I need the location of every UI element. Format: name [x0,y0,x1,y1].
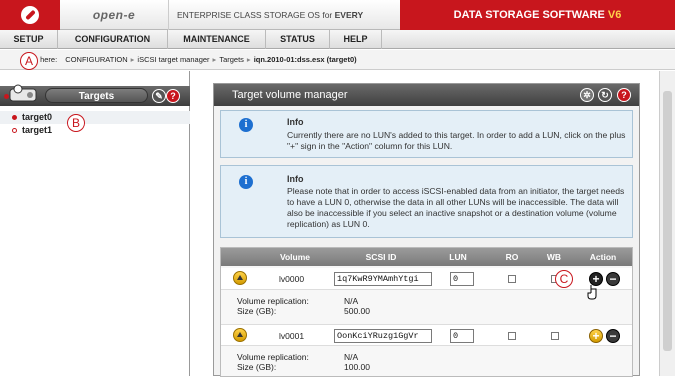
product-version: V6 [607,9,622,21]
menu-help[interactable]: HELP [330,30,382,49]
brand-logo: open-e [92,8,136,22]
info-title: Info [287,117,304,127]
menu-maintenance[interactable]: MAINTENANCE [168,30,266,49]
info-text: Please note that in order to access iSCS… [287,186,625,229]
move-up-icon[interactable] [233,328,247,342]
replication-info: Volume replication: N/A [237,296,358,306]
ro-checkbox[interactable] [508,275,516,283]
hand-cursor-icon [587,285,597,300]
scrollbar-thumb[interactable] [663,91,672,351]
settings-icon[interactable]: ✲ [580,88,594,102]
column-scsi-id: SCSI ID [365,252,397,262]
replication-value: N/A [344,352,359,362]
wrench-logo-icon [0,0,60,30]
info-box-1: i Info Currently there are no LUN's adde… [220,110,633,158]
volume-name: lv0001 [279,331,305,341]
lun-table-header: Volume SCSI ID LUN RO WB Action [221,248,632,266]
menu-setup[interactable]: SETUP [0,30,58,49]
storage-drive-icon [9,84,37,102]
scsi-id-input[interactable]: 1q7KwR9YMAmhYtgi [334,272,432,286]
wb-checkbox[interactable] [551,332,559,340]
size-value: 100.00 [344,362,370,372]
size-info: Size (GB): 100.00 [237,362,370,372]
replication-label: Volume replication: [237,296,309,306]
callout-a: A [20,52,38,70]
main-menu: SETUP CONFIGURATION MAINTENANCE STATUS H… [0,30,675,49]
help-icon[interactable]: ? [166,89,180,103]
tools-icon[interactable]: ✎ [152,89,166,103]
callout-b: B [67,114,85,132]
tree-item-label: target0 [22,112,53,122]
breadcrumb-separator-icon: ▸ [130,55,135,64]
targets-panel: Targets ✎ ? target0 target1 [0,71,190,376]
scsi-id-input[interactable]: OonKciYRuzg1GgVr [334,329,432,343]
info-icon: i [239,175,253,189]
remove-lun-button[interactable]: − [606,329,620,343]
ro-checkbox[interactable] [508,332,516,340]
size-info: Size (GB): 500.00 [237,306,370,316]
tree-item-target1[interactable]: target1 [0,124,190,137]
size-label: Size (GB): [237,306,277,316]
breadcrumb-item-targets[interactable]: Targets [219,55,244,64]
info-icon: i [239,118,253,132]
breadcrumb-item-iscsi-target-manager[interactable]: iSCSI target manager [137,55,209,64]
refresh-icon[interactable]: ↻ [598,88,612,102]
tree-item-label: target1 [22,125,53,135]
product-banner: DATA STORAGE SOFTWARE V6 [400,0,675,30]
menu-configuration[interactable]: CONFIGURATION [58,30,168,49]
info-title: Info [287,174,304,184]
breadcrumb-item-configuration[interactable]: CONFIGURATION [65,55,127,64]
main-panel-title: Target volume manager [232,89,348,101]
remove-lun-button[interactable]: − [606,272,620,286]
replication-label: Volume replication: [237,352,309,362]
app-header: open-e ENTERPRISE CLASS STORAGE OS for E… [0,0,675,50]
breadcrumb-current: iqn.2010-01:dss.esx (target0) [253,55,357,64]
tree-node-icon [12,128,17,133]
help-icon[interactable]: ? [617,88,631,102]
target-volume-manager-panel: Target volume manager ✲ ↻ ? i Info Curre… [213,83,640,377]
menu-status[interactable]: STATUS [266,30,330,49]
size-value: 500.00 [344,306,370,316]
info-text: Currently there are no LUN's added to th… [287,130,626,151]
tree-item-target0[interactable]: target0 [0,111,190,124]
page-scrollbar[interactable] [659,71,675,376]
lun-input[interactable]: 0 [450,329,474,343]
column-lun: LUN [449,252,467,262]
replication-value: N/A [344,296,359,306]
info-box-2: i Info Please note that in order to acce… [220,165,633,238]
breadcrumb-separator-icon: ▸ [246,55,251,64]
replication-info: Volume replication: N/A [237,352,358,362]
callout-c: C [555,270,573,288]
column-volume: Volume [279,252,311,262]
move-up-icon[interactable] [233,271,247,285]
targets-panel-title: Targets [45,88,148,103]
volume-name: lv0000 [279,274,305,284]
column-ro: RO [505,252,519,262]
tree-node-icon [12,115,17,120]
add-lun-button[interactable]: + [589,329,603,343]
lun-table: Volume SCSI ID LUN RO WB Action lv0000 1… [220,247,633,377]
breadcrumb: here: CONFIGURATION ▸ iSCSI target manager… [0,50,675,70]
tagline-prefix: ENTERPRISE CLASS STORAGE OS for [177,10,335,20]
lun-row: lv0001 OonKciYRuzg1GgVr 0 + − [221,324,632,346]
size-label: Size (GB): [237,362,277,372]
tagline: ENTERPRISE CLASS STORAGE OS for EVERY BU… [168,0,400,50]
targets-tree: target0 target1 [0,111,190,137]
breadcrumb-separator-icon: ▸ [212,55,217,64]
product-name: DATA STORAGE SOFTWARE [453,9,608,21]
lun-input[interactable]: 0 [450,272,474,286]
main-panel-header: Target volume manager ✲ ↻ ? [214,84,639,106]
column-wb: WB [546,252,562,262]
column-action: Action [589,252,617,262]
breadcrumb-label: here: [40,55,58,64]
